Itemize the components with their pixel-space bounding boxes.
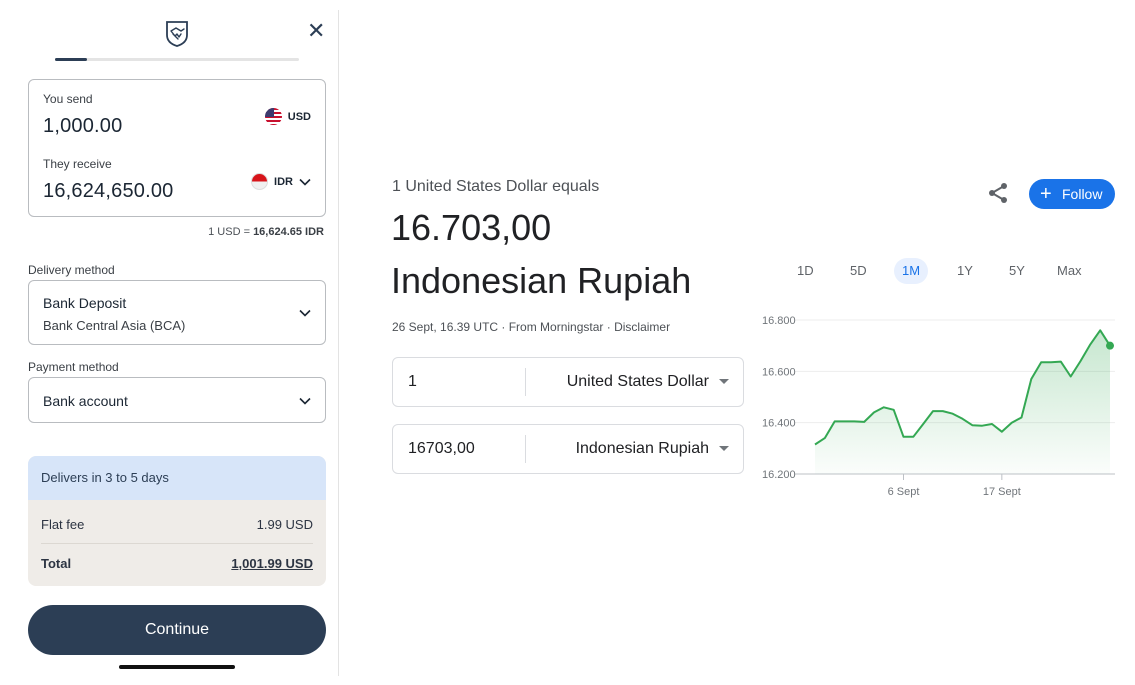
y-tick-label: 16.400 xyxy=(762,418,796,430)
range-tab-max[interactable]: Max xyxy=(1049,258,1090,284)
total-row: Total 1,001.99 USD xyxy=(41,556,313,571)
delivery-estimate-banner: Delivers in 3 to 5 days xyxy=(28,456,326,500)
receive-currency-select[interactable]: IDR xyxy=(251,173,311,190)
amount-card: You send 1,000.00 USD They receive 16,62… xyxy=(28,79,326,217)
divider xyxy=(525,368,526,396)
dropdown-arrow-icon xyxy=(719,446,729,451)
chevron-down-icon xyxy=(299,397,311,405)
fee-label: Flat fee xyxy=(41,517,85,532)
send-currency-code: USD xyxy=(287,110,311,123)
payment-method-label: Payment method xyxy=(28,360,119,374)
range-tab-5y[interactable]: 5Y xyxy=(1001,258,1033,284)
delivery-method-bank: Bank Central Asia (BCA) xyxy=(43,318,186,333)
fee-value: 1.99 USD xyxy=(256,517,313,532)
dropdown-arrow-icon xyxy=(719,379,729,384)
payment-method-value: Bank account xyxy=(43,393,128,409)
range-tab-1d[interactable]: 1D xyxy=(789,258,822,284)
they-receive-label: They receive xyxy=(43,157,112,171)
from-amount-input[interactable]: 1 xyxy=(408,373,417,391)
handshake-logo-icon xyxy=(166,21,188,47)
total-label: Total xyxy=(41,556,72,571)
total-value-link[interactable]: 1,001.99 USD xyxy=(231,556,313,571)
rate-prefix: 1 USD = xyxy=(208,226,254,238)
area-fill xyxy=(815,330,1110,474)
conversion-currency: Indonesian Rupiah xyxy=(391,260,692,301)
range-tab-1y[interactable]: 1Y xyxy=(949,258,981,284)
to-converter-row: 16703,00 Indonesian Rupiah xyxy=(392,424,744,474)
to-currency-select[interactable]: Indonesian Rupiah xyxy=(576,440,709,458)
range-tab-5d[interactable]: 5D xyxy=(842,258,875,284)
exchange-rate-chart: 16.200 16.400 16.600 16.800 6 Sept 17 Sept xyxy=(762,315,1115,498)
divider xyxy=(41,543,313,544)
receive-currency-code: IDR xyxy=(274,175,293,188)
continue-button[interactable]: Continue xyxy=(28,605,326,655)
us-flag-icon xyxy=(264,108,282,125)
send-currency: USD xyxy=(264,108,311,125)
to-amount-input[interactable]: 16703,00 xyxy=(408,440,475,458)
y-tick-label: 16.200 xyxy=(762,469,796,481)
delivery-method-label: Delivery method xyxy=(28,263,115,277)
progress-fill xyxy=(55,58,87,61)
follow-label: Follow xyxy=(1062,186,1103,202)
from-converter-row: 1 United States Dollar xyxy=(392,357,744,407)
progress-bar xyxy=(55,58,299,61)
rate-value: 16,624.65 IDR xyxy=(253,226,324,238)
chevron-down-icon xyxy=(299,309,311,317)
y-tick-label: 16.600 xyxy=(762,366,796,378)
divider xyxy=(525,435,526,463)
remittance-panel: ✕ You send 1,000.00 USD They receive 16,… xyxy=(15,10,339,676)
receive-amount-input[interactable]: 16,624,650.00 xyxy=(43,180,174,203)
follow-button[interactable]: + Follow xyxy=(1029,179,1115,209)
range-tab-1m[interactable]: 1M xyxy=(894,258,929,284)
from-currency-select[interactable]: United States Dollar xyxy=(567,373,709,391)
payment-method-select[interactable]: Bank account xyxy=(28,377,326,423)
conversion-rate: 16.703,00 xyxy=(391,207,552,248)
home-indicator xyxy=(119,665,235,669)
x-tick-label: 6 Sept xyxy=(888,486,920,498)
you-send-label: You send xyxy=(43,92,93,106)
send-amount-input[interactable]: 1,000.00 xyxy=(43,115,122,138)
current-point xyxy=(1106,341,1114,350)
source-line: 26 Sept, 16.39 UTC · From Morningstar · … xyxy=(392,320,671,334)
delivery-method-title: Bank Deposit xyxy=(43,295,127,311)
y-tick-label: 16.800 xyxy=(762,315,796,327)
x-tick-label: 17 Sept xyxy=(983,486,1021,498)
plus-icon: + xyxy=(1040,183,1052,205)
fee-summary: Delivers in 3 to 5 days Flat fee 1.99 US… xyxy=(28,456,326,586)
delivery-method-select[interactable]: Bank Deposit Bank Central Asia (BCA) xyxy=(28,280,326,345)
chevron-down-icon xyxy=(299,178,311,186)
share-icon[interactable] xyxy=(986,181,1010,205)
fee-row: Flat fee 1.99 USD xyxy=(41,517,313,532)
indonesia-flag-icon xyxy=(251,173,269,190)
delivery-estimate-text: Delivers in 3 to 5 days xyxy=(41,470,169,485)
close-icon[interactable]: ✕ xyxy=(307,20,325,42)
exchange-rate-line: 1 USD = 16,624.65 IDR xyxy=(208,226,324,238)
conversion-label: 1 United States Dollar equals xyxy=(392,178,600,195)
